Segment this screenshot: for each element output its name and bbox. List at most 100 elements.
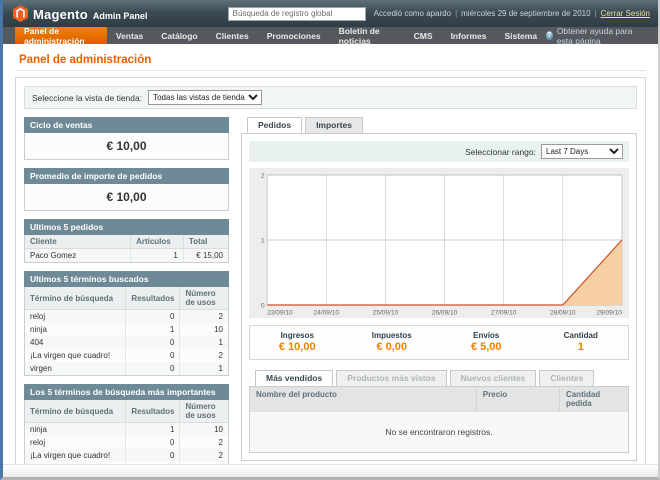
title-divider [15, 70, 646, 71]
svg-text:27/09/10: 27/09/10 [491, 310, 517, 317]
admin-window: Magento Admin Panel Accedió como apardo … [0, 0, 660, 480]
brand-name: Magento [33, 8, 88, 22]
orders-chart: 23/09/10 24/09/10 25/09/10 26/09/10 27/09/10… [249, 168, 629, 318]
widget-last-search-terms: Ultimos 5 términos buscados Término de b… [24, 271, 229, 376]
top-search-terms-table: Término de búsqueda Resultados Número de… [25, 400, 228, 464]
table-row[interactable]: ninja 1 10 [25, 323, 228, 336]
total-revenue: Ingresos € 10,00 [250, 331, 345, 353]
nav-item-system[interactable]: Sistema [495, 27, 546, 44]
svg-text:0: 0 [261, 303, 265, 310]
nav-item-customers[interactable]: Clientes [207, 27, 258, 44]
svg-text:28/09/10: 28/09/10 [550, 310, 576, 317]
tab-bestsellers[interactable]: Más vendidos [255, 370, 333, 386]
nav-item-reports[interactable]: Informes [442, 27, 496, 44]
table-row[interactable]: 404 0 1 [25, 336, 228, 349]
help-label: Obtener ayuda para esta página [557, 26, 648, 46]
table-row[interactable]: ¡La virgen que cuadro! 0 2 [25, 349, 228, 362]
empty-records-message: No se encontraron registros. [250, 411, 628, 452]
products-grid: Nombre del producto Precio Cantidad pedi… [249, 386, 629, 453]
window-footer [3, 464, 658, 477]
page-content: Panel de administración Seleccione la vi… [3, 44, 658, 464]
store-view-bar: Seleccione la vista de tienda: Todas las… [24, 86, 637, 109]
widget-lifetime-sales: Ciclo de ventas € 10,00 [24, 117, 229, 160]
help-link[interactable]: ? Obtener ayuda para esta página [546, 27, 658, 44]
widget-top-search-terms: Los 5 términos de búsqueda más important… [24, 384, 229, 464]
chart-area: 23/09/10 24/09/10 25/09/10 26/09/10 27/09/10… [249, 168, 629, 318]
col-header: Artículos [131, 235, 184, 249]
tab-most-viewed[interactable]: Productos más vistos [336, 370, 446, 386]
svg-text:26/09/10: 26/09/10 [432, 310, 458, 317]
page-title: Panel de administración [19, 54, 646, 66]
widget-title: Ultimos 5 pedidos [24, 219, 229, 235]
widget-title: Ciclo de ventas [24, 117, 229, 133]
current-date: miércoles 29 de septiembre de 2010 [461, 9, 590, 18]
range-label: Seleccionar rango: [465, 147, 536, 157]
tab-orders[interactable]: Pedidos [247, 117, 302, 133]
nav-item-cms[interactable]: CMS [405, 27, 442, 44]
col-header: Total [183, 235, 228, 249]
total-shipping: Envíos € 5,00 [439, 331, 534, 353]
table-row[interactable]: reloj 0 2 [25, 436, 228, 449]
table-row[interactable]: ninja 1 10 [25, 423, 228, 437]
widget-title: Ultimos 5 términos buscados [24, 271, 229, 287]
nav-item-dashboard[interactable]: Panel de administración [15, 27, 107, 44]
col-header: Cliente [25, 235, 131, 249]
dashboard-columns: Ciclo de ventas € 10,00 Promedio de impo… [24, 117, 637, 464]
table-row[interactable]: Paco Gomez 1 € 15,00 [25, 249, 228, 263]
chart-tabs: Pedidos Importes [241, 117, 637, 133]
session-info: Accedió como apardo | miércoles 29 de se… [374, 9, 650, 18]
left-column: Ciclo de ventas € 10,00 Promedio de impo… [24, 117, 229, 464]
store-view-label: Seleccione la vista de tienda: [32, 93, 142, 103]
average-orders-value: € 10,00 [24, 184, 229, 211]
svg-text:29/09/10: 29/09/10 [596, 310, 622, 317]
tab-amounts[interactable]: Importes [305, 117, 363, 133]
table-row[interactable]: reloj 0 2 [25, 310, 228, 324]
col-header: Número de usos [180, 287, 228, 310]
svg-text:1: 1 [261, 238, 265, 245]
separator: | [455, 9, 457, 18]
widget-title: Los 5 términos de búsqueda más important… [24, 384, 229, 400]
dashboard-container: Seleccione la vista de tienda: Todas las… [15, 77, 646, 464]
col-header: Término de búsqueda [25, 287, 126, 310]
total-quantity: Cantidad 1 [534, 331, 629, 353]
nav-item-promotions[interactable]: Promociones [258, 27, 330, 44]
last-search-terms-table: Término de búsqueda Resultados Número de… [25, 287, 228, 375]
total-tax: Impuestos € 0,00 [345, 331, 440, 353]
col-header: Término de búsqueda [25, 400, 126, 423]
separator: | [595, 9, 597, 18]
store-view-select[interactable]: Todas las vistas de tienda [148, 90, 262, 105]
col-header: Número de usos [180, 400, 228, 423]
range-bar: Seleccionar rango: Last 7 Days [249, 141, 629, 162]
tab-new-customers[interactable]: Nuevos clientes [450, 370, 537, 386]
chart-panel: Seleccionar rango: Last 7 Days 23/09/102… [241, 133, 637, 461]
lifetime-sales-value: € 10,00 [24, 133, 229, 160]
logged-in-as: Accedió como apardo [374, 9, 451, 18]
svg-text:25/09/10: 25/09/10 [373, 310, 399, 317]
table-row[interactable]: ¡La virgen que cuadro! 0 2 [25, 449, 228, 462]
products-grid-header: Nombre del producto Precio Cantidad pedi… [250, 387, 628, 411]
nav-item-catalog[interactable]: Catálogo [152, 27, 206, 44]
tab-customers[interactable]: Clientes [539, 370, 594, 386]
nav-item-sales[interactable]: Ventas [107, 27, 152, 44]
global-search-input[interactable] [228, 7, 366, 21]
main-nav: Panel de administración Ventas Catálogo … [3, 27, 658, 44]
nav-item-newsletter[interactable]: Boletín de noticias [330, 27, 405, 44]
svg-text:24/09/10: 24/09/10 [314, 310, 340, 317]
col-header: Resultados [126, 287, 180, 310]
product-tabs: Más vendidos Productos más vistos Nuevos… [249, 370, 629, 386]
widget-title: Promedio de importe de pedidos [24, 168, 229, 184]
widget-last-orders: Ultimos 5 pedidos Cliente Artículos Tota… [24, 219, 229, 263]
table-row[interactable]: virgen 0 1 [25, 362, 228, 375]
widget-average-orders: Promedio de importe de pedidos € 10,00 [24, 168, 229, 211]
totals-bar: Ingresos € 10,00 Impuestos € 0,00 Envíos… [249, 325, 629, 360]
top-header: Magento Admin Panel Accedió como apardo … [3, 0, 658, 27]
magento-logo-icon [13, 5, 28, 22]
col-header-product: Nombre del producto [250, 387, 477, 411]
help-icon: ? [546, 31, 553, 40]
svg-text:23/09/10: 23/09/10 [267, 310, 293, 317]
logout-link[interactable]: Cerrar Sesión [601, 9, 650, 18]
magento-logo: Magento Admin Panel [13, 5, 147, 22]
range-select[interactable]: Last 7 Days [541, 144, 623, 159]
svg-text:2: 2 [261, 173, 265, 180]
col-header: Resultados [126, 400, 180, 423]
